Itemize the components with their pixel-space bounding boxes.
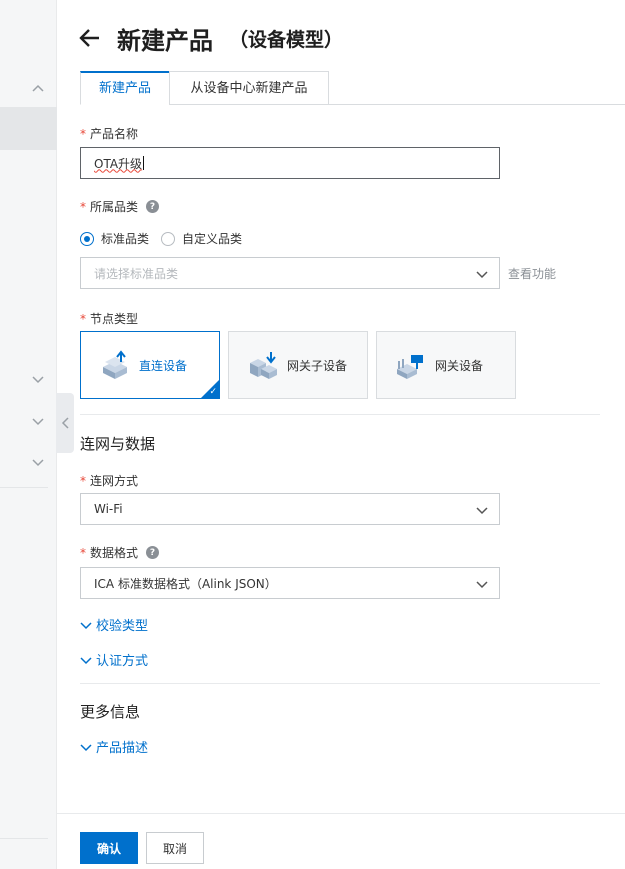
chevron-down-icon xyxy=(80,743,92,751)
auth-method-label: 认证方式 xyxy=(96,654,149,669)
radio-standard-label: 标准品类 xyxy=(101,232,150,246)
network-section-title: 连网与数据 xyxy=(80,435,156,453)
chevron-down-icon xyxy=(476,271,488,279)
chevron-down-icon xyxy=(80,656,92,664)
product-desc-toggle[interactable]: 产品描述 xyxy=(80,737,148,756)
page-title: 新建产品 xyxy=(117,26,213,55)
create-product-panel: 新建产品 （设备模型） 新建产品 从设备中心新建产品 * 产品名称 OTA升级 … xyxy=(57,0,625,869)
chevron-left-icon xyxy=(61,417,69,429)
data-format-label-text: 数据格式 xyxy=(90,546,139,560)
category-label-text: 所属品类 xyxy=(90,200,139,214)
page-header: 新建产品 （设备模型） xyxy=(79,18,343,58)
help-icon[interactable]: ? xyxy=(146,200,160,213)
data-format-select[interactable]: ICA 标准数据格式（Alink JSON） xyxy=(80,567,500,599)
data-format-value: ICA 标准数据格式（Alink JSON） xyxy=(94,576,277,591)
gateway-device-icon xyxy=(397,355,423,379)
left-nav-background xyxy=(0,0,57,869)
view-function-link[interactable]: 查看功能 xyxy=(508,265,556,282)
network-method-label: * 连网方式 xyxy=(80,472,138,489)
help-icon[interactable]: ? xyxy=(146,546,160,559)
back-arrow-icon[interactable] xyxy=(79,26,103,50)
standard-category-select[interactable]: 请选择标准品类 xyxy=(80,257,500,289)
cancel-button[interactable]: 取消 xyxy=(146,832,204,864)
chevron-down-icon[interactable] xyxy=(31,455,45,469)
node-type-label-text: 节点类型 xyxy=(90,312,139,326)
product-name-label: * 产品名称 xyxy=(80,125,138,142)
node-type-label: * 节点类型 xyxy=(80,310,138,327)
data-format-label: * 数据格式 ? xyxy=(80,544,160,561)
category-select-placeholder: 请选择标准品类 xyxy=(94,266,179,281)
chevron-up-icon[interactable] xyxy=(31,81,45,95)
tab-create-from-device-center[interactable]: 从设备中心新建产品 xyxy=(169,71,329,105)
text-caret xyxy=(143,156,145,170)
category-label: * 所属品类 ? xyxy=(80,198,160,215)
page-subtitle: （设备模型） xyxy=(229,28,344,51)
chevron-down-icon[interactable] xyxy=(31,414,45,428)
radio-unchecked-icon[interactable] xyxy=(161,231,176,246)
node-option-gateway-subdevice[interactable]: 网关子设备 xyxy=(228,331,368,399)
radio-standard-category[interactable]: 标准品类 xyxy=(80,230,149,247)
more-info-section-title: 更多信息 xyxy=(80,703,141,721)
product-desc-label: 产品描述 xyxy=(96,741,149,756)
left-nav-divider xyxy=(0,487,48,488)
required-marker: * xyxy=(80,199,86,214)
footer-bar: 确认 取消 xyxy=(57,813,625,869)
tab-new-product[interactable]: 新建产品 xyxy=(80,71,170,105)
auth-method-toggle[interactable]: 认证方式 xyxy=(80,650,148,669)
tab-bar: 新建产品 从设备中心新建产品 xyxy=(80,71,625,105)
product-name-input[interactable]: OTA升级 xyxy=(80,147,500,179)
left-nav-highlight-row xyxy=(0,107,57,150)
verify-type-toggle[interactable]: 校验类型 xyxy=(80,615,148,634)
chevron-down-icon xyxy=(476,507,488,515)
confirm-button[interactable]: 确认 xyxy=(80,832,138,864)
verify-type-label: 校验类型 xyxy=(96,619,149,634)
chevron-down-icon xyxy=(80,621,92,629)
required-marker: * xyxy=(80,545,86,560)
network-method-label-text: 连网方式 xyxy=(90,474,139,488)
node-option-gateway-subdevice-label: 网关子设备 xyxy=(287,358,348,373)
product-name-value: OTA升级 xyxy=(94,156,143,171)
radio-custom-category[interactable]: 自定义品类 xyxy=(161,230,242,247)
gateway-subdevice-icon xyxy=(250,352,277,379)
category-radio-group: 标准品类 自定义品类 xyxy=(80,230,254,247)
direct-device-icon xyxy=(103,350,127,379)
chevron-down-icon[interactable] xyxy=(31,372,45,386)
sidebar-collapse-handle[interactable] xyxy=(56,393,74,453)
product-name-label-text: 产品名称 xyxy=(90,127,139,141)
radio-custom-label: 自定义品类 xyxy=(182,232,243,246)
check-icon: ✓ xyxy=(209,387,217,397)
required-marker: * xyxy=(80,126,86,141)
node-option-gateway-device[interactable]: 网关设备 xyxy=(376,331,516,399)
section-divider xyxy=(80,683,600,684)
section-divider xyxy=(80,414,600,415)
required-marker: * xyxy=(80,311,86,326)
chevron-down-icon xyxy=(476,581,488,589)
network-method-select[interactable]: Wi-Fi xyxy=(80,493,500,525)
radio-checked-icon[interactable] xyxy=(80,231,94,246)
node-option-direct-device-label: 直连设备 xyxy=(139,358,188,373)
required-marker: * xyxy=(80,473,86,488)
left-nav-divider xyxy=(0,838,48,839)
node-option-gateway-device-label: 网关设备 xyxy=(435,358,484,373)
network-method-value: Wi-Fi xyxy=(94,502,123,516)
node-option-direct-device[interactable]: 直连设备 ✓ xyxy=(80,331,220,399)
